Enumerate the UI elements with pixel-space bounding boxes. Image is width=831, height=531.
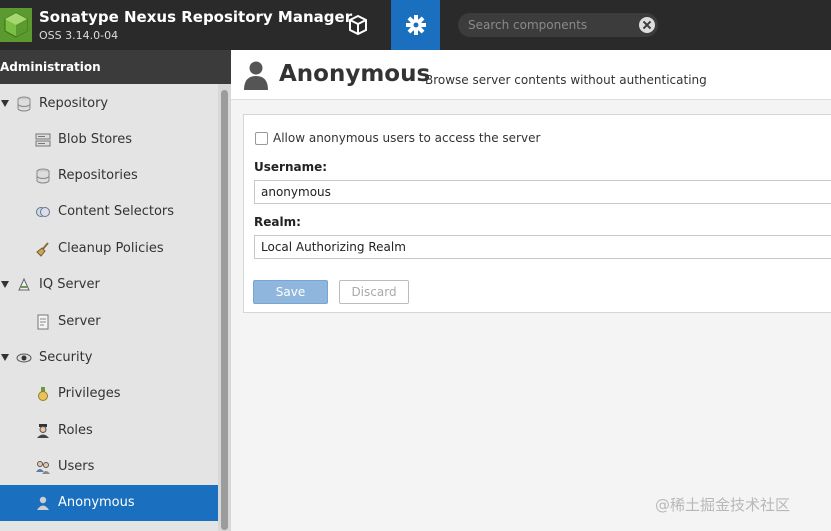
page-title: Anonymous (279, 61, 431, 87)
broom-icon (36, 242, 49, 257)
admin-tree: Repository Blob Stores Repositories Cont… (0, 84, 218, 531)
administration-nav-button[interactable] (391, 0, 440, 50)
document-icon (37, 314, 49, 330)
sidebar-item-label: Roles (58, 423, 93, 438)
sidebar-item-label: Users (58, 459, 95, 474)
browse-nav-button[interactable] (333, 0, 383, 50)
page-header: Anonymous Browse server contents without… (231, 50, 831, 100)
app-version: OSS 3.14.0-04 (39, 29, 119, 42)
expand-arrow-icon[interactable] (1, 354, 9, 361)
sidebar-item-label: Repository (39, 96, 109, 111)
realm-label: Realm: (254, 215, 301, 229)
server-stack-icon (35, 133, 51, 147)
realm-field[interactable] (254, 235, 831, 259)
user-icon (37, 496, 49, 510)
sidebar-item-roles[interactable]: Roles (0, 413, 218, 449)
sidebar-item-users[interactable]: Users (0, 449, 218, 485)
sidebar-item-repositories[interactable]: Repositories (0, 158, 218, 194)
anonymous-settings-form: Allow anonymous users to access the serv… (243, 114, 831, 313)
discard-button[interactable]: Discard (339, 280, 409, 304)
sidebar-scrollbar[interactable] (218, 84, 231, 531)
cube-logo-icon (4, 12, 28, 38)
sidebar-item-server[interactable]: Server (0, 304, 218, 340)
sidebar-item-label: Cleanup Policies (58, 241, 164, 256)
database-icon (36, 168, 50, 184)
expand-arrow-icon[interactable] (1, 281, 9, 288)
sidebar-item-label: Content Selectors (58, 204, 175, 219)
app-title: Sonatype Nexus Repository Manager (39, 8, 353, 26)
clear-search-icon[interactable] (639, 17, 655, 33)
iq-server-icon (18, 277, 30, 291)
sidebar-item-label: IQ Server (39, 277, 100, 292)
sidebar-title: Administration (0, 50, 231, 84)
sidebar-item-label: Repositories (58, 168, 138, 183)
sidebar: Administration Repository Blob Stores Re… (0, 50, 231, 531)
page-subtitle: Browse server contents without authentic… (425, 73, 707, 87)
database-icon (17, 96, 31, 112)
sidebar-item-blob-stores[interactable]: Blob Stores (0, 122, 218, 158)
user-icon (244, 61, 268, 90)
scrollbar-thumb[interactable] (221, 90, 228, 530)
sidebar-item-cleanup-policies[interactable]: Cleanup Policies (0, 231, 218, 267)
username-field[interactable] (254, 180, 831, 204)
sidebar-item-label: Blob Stores (58, 132, 133, 147)
eye-icon (16, 353, 32, 363)
role-icon (37, 424, 49, 438)
expand-arrow-icon[interactable] (1, 100, 9, 107)
search-input[interactable] (468, 17, 633, 33)
search-box (458, 13, 658, 37)
username-label: Username: (254, 160, 328, 174)
medal-icon (38, 387, 48, 401)
nexus-logo[interactable] (0, 8, 32, 42)
top-bar: Sonatype Nexus Repository Manager OSS 3.… (0, 0, 831, 50)
gear-icon (406, 15, 426, 35)
sidebar-item-label: Security (39, 350, 93, 365)
users-icon (36, 461, 50, 474)
sidebar-item-label: Privileges (58, 386, 121, 401)
selector-icon (36, 207, 50, 217)
watermark-text: @稀土掘金技术社区 (655, 496, 791, 514)
cube-icon (349, 14, 367, 36)
sidebar-item-label: Server (58, 314, 101, 329)
sidebar-item-security[interactable]: Security (0, 340, 218, 376)
sidebar-item-anonymous[interactable]: Anonymous (0, 485, 218, 521)
main-content: Anonymous Browse server contents without… (231, 50, 831, 531)
allow-anonymous-checkbox[interactable] (255, 132, 268, 145)
allow-anonymous-label[interactable]: Allow anonymous users to access the serv… (273, 131, 540, 145)
save-button[interactable]: Save (253, 280, 328, 304)
sidebar-item-content-selectors[interactable]: Content Selectors (0, 194, 218, 230)
sidebar-item-repository[interactable]: Repository (0, 86, 218, 122)
sidebar-item-iq-server[interactable]: IQ Server (0, 267, 218, 303)
sidebar-item-privileges[interactable]: Privileges (0, 376, 218, 412)
sidebar-item-label: Anonymous (58, 495, 135, 510)
